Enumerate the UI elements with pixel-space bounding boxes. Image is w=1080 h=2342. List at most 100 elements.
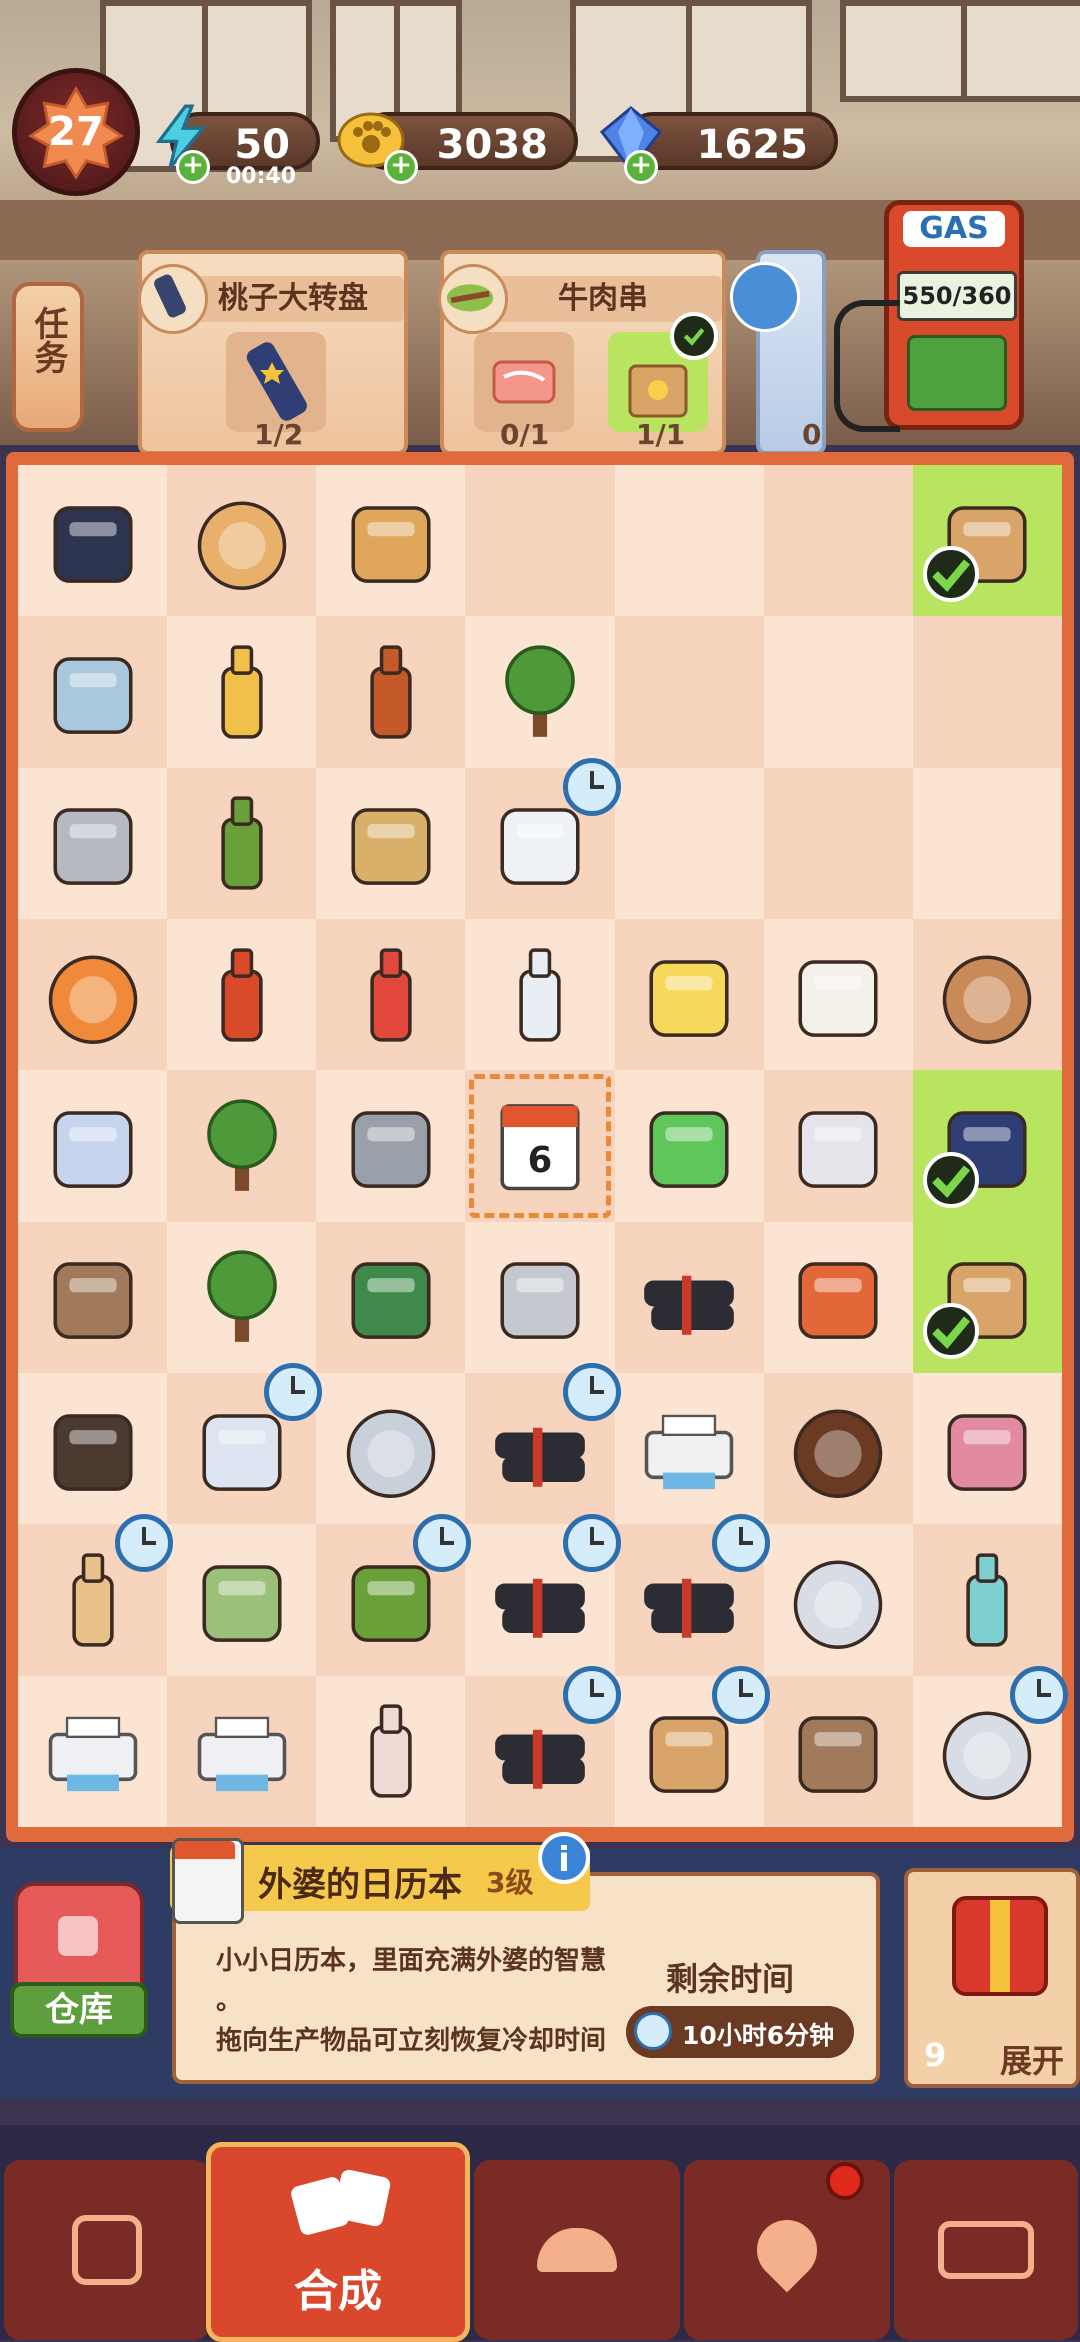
nav-merge-button[interactable]: 合成 — [206, 2142, 470, 2342]
board-cell-skewer-cards[interactable] — [764, 1222, 913, 1373]
board-cell-clamp-pair[interactable] — [763, 1675, 913, 1827]
board-cell-printer-b[interactable] — [167, 1675, 317, 1827]
board-cell-bonsai-tree[interactable] — [167, 1070, 317, 1222]
gas-pump[interactable]: GAS 550/360 — [884, 200, 1024, 430]
player-level-badge[interactable]: 27 — [12, 68, 140, 196]
meatball-icon — [943, 955, 1032, 1044]
energy-add-button[interactable]: + — [176, 150, 210, 184]
level-value: 27 — [48, 109, 104, 155]
task-card-roller[interactable]: 0 — [730, 250, 826, 455]
cooldown-stopwatch-icon — [562, 1514, 621, 1573]
board-cell-empty[interactable] — [912, 616, 1062, 768]
board-cell-sauce-bottle-small[interactable] — [167, 616, 316, 767]
coin-value: 3038 — [436, 122, 548, 168]
board-cell-printer-small[interactable] — [615, 1373, 764, 1524]
board-cell-bottle-shelf[interactable] — [18, 1514, 174, 1676]
board-cell-empty[interactable] — [913, 768, 1062, 919]
board-cell-telescope-done[interactable] — [912, 1070, 1062, 1222]
task-card-peach-wheel[interactable]: 桃子大转盘 1/2 — [138, 250, 408, 455]
board-cell-glass-cabinet[interactable] — [18, 616, 168, 768]
nav-restaurant-button[interactable] — [474, 2160, 680, 2340]
board-cell-clamp[interactable] — [18, 1221, 168, 1373]
board-cell-empty[interactable] — [763, 465, 913, 617]
hot-sauce-bottle-icon — [221, 948, 263, 1042]
board-cell-lunch-box-done[interactable] — [912, 1221, 1062, 1373]
board-cell-pizza[interactable] — [18, 918, 168, 1071]
board-cell-sugarcane-tied[interactable] — [465, 1665, 621, 1827]
board-cell-empty[interactable] — [465, 465, 615, 617]
board-cell-jar-teal[interactable] — [912, 1524, 1062, 1676]
remaining-time-label: 剩余时间 — [666, 1960, 795, 1998]
nav-merge-label: 合成 — [294, 2266, 382, 2317]
gas-hose-icon — [834, 300, 900, 432]
board-cell-calendar[interactable]: 6 — [465, 1070, 615, 1222]
board-cell-scooter[interactable] — [316, 1514, 472, 1676]
clamp-pair-icon — [798, 1716, 878, 1794]
board-cell-hammer[interactable] — [316, 1070, 465, 1221]
board-cell-hot-pot[interactable] — [913, 1665, 1068, 1827]
board-cell-razor[interactable] — [913, 1373, 1062, 1524]
gas-cash-icon — [907, 335, 1007, 411]
board-cell-hand-truck[interactable] — [316, 1221, 466, 1373]
broccoli-icon — [505, 645, 575, 737]
board-cell-broccoli[interactable] — [465, 616, 614, 767]
board-cell-notepad[interactable] — [18, 1070, 167, 1221]
board-cell-chef-hat[interactable] — [18, 465, 167, 616]
board-cell-sugarcane-pile[interactable] — [614, 1514, 770, 1676]
board-cell-delivery-cart[interactable] — [615, 1665, 770, 1827]
board-cell-chewing-gum[interactable] — [615, 1070, 764, 1221]
task-tab-button[interactable]: 任务 — [12, 282, 84, 432]
bus-icon — [938, 2221, 1034, 2279]
board-cell-big-tree[interactable] — [167, 1222, 316, 1373]
board-cell-chocolate-plate[interactable] — [763, 1372, 913, 1525]
board-cell-empty[interactable] — [614, 616, 764, 768]
board-cell-battery-pack[interactable] — [763, 1070, 913, 1222]
task-item-slot — [474, 332, 574, 432]
board-cell-empty[interactable] — [764, 616, 913, 767]
cooldown-stopwatch-icon — [711, 1514, 770, 1573]
board-cell-empty[interactable] — [615, 768, 764, 919]
board-cell-salt-shaker[interactable] — [465, 757, 621, 919]
board-cell-steel-pot[interactable] — [764, 1524, 913, 1675]
board-cell-empty[interactable] — [615, 465, 764, 616]
nav-bus-button[interactable] — [894, 2160, 1078, 2340]
safe-open-icon — [500, 1262, 580, 1340]
board-cell-rice-cooker[interactable] — [167, 1524, 316, 1675]
board-cell-herb-cutting-board[interactable] — [316, 768, 465, 919]
info-icon[interactable]: i — [538, 1832, 590, 1884]
board-cell-hot-sauce-bottle[interactable] — [167, 919, 316, 1070]
board-cell-meatball[interactable] — [912, 918, 1062, 1071]
board-cell-stopwatch[interactable] — [316, 1373, 465, 1524]
board-cell-sugar-jar[interactable] — [316, 1676, 465, 1827]
coin-add-button[interactable]: + — [384, 150, 418, 184]
task-card-beef-skewer[interactable]: 牛肉串 0/1 1/1 — [438, 250, 726, 455]
service-bell-icon — [537, 2228, 617, 2272]
expand-button[interactable]: 9 展开 — [904, 1868, 1080, 2088]
hand-truck-icon — [351, 1262, 431, 1340]
board-cell-roast-chicken-plate[interactable] — [167, 465, 317, 617]
nav-shop-button[interactable] — [4, 2160, 210, 2340]
warehouse-button[interactable]: 仓库 — [10, 1878, 148, 2038]
board-cell-sugarcane-bundle[interactable] — [465, 1362, 621, 1525]
board-cell-wooden-mallet[interactable] — [316, 465, 465, 616]
board-cell-lunch-box-done[interactable] — [912, 465, 1062, 617]
board-cell-sugarcane-big[interactable] — [465, 1514, 621, 1675]
gem-add-button[interactable]: + — [624, 150, 658, 184]
jar-teal-icon — [966, 1553, 1009, 1647]
board-cell-ketchup-bottle[interactable] — [316, 918, 466, 1071]
board-cell-sugarcane[interactable] — [614, 1221, 764, 1373]
board-cell-safe-box[interactable] — [18, 768, 167, 919]
board-cell-printer-a[interactable] — [18, 1676, 167, 1827]
board-cell-safe-open[interactable] — [465, 1222, 614, 1373]
board-cell-empty[interactable] — [763, 767, 913, 919]
clamp-icon — [53, 1262, 133, 1340]
printer-small-icon — [644, 1414, 734, 1489]
board-cell-flour-bag[interactable] — [764, 919, 913, 1070]
board-cell-sauce-bottle-green[interactable] — [167, 767, 317, 919]
board-cell-notebook[interactable] — [167, 1362, 323, 1525]
board-cell-soy-sauce-bottle[interactable] — [316, 616, 466, 768]
board-cell-butter-pack[interactable] — [614, 918, 764, 1071]
board-cell-milk-bottles[interactable] — [465, 919, 614, 1070]
warehouse-label: 仓库 — [10, 1982, 148, 2038]
board-cell-wall-shelf[interactable] — [18, 1373, 167, 1524]
